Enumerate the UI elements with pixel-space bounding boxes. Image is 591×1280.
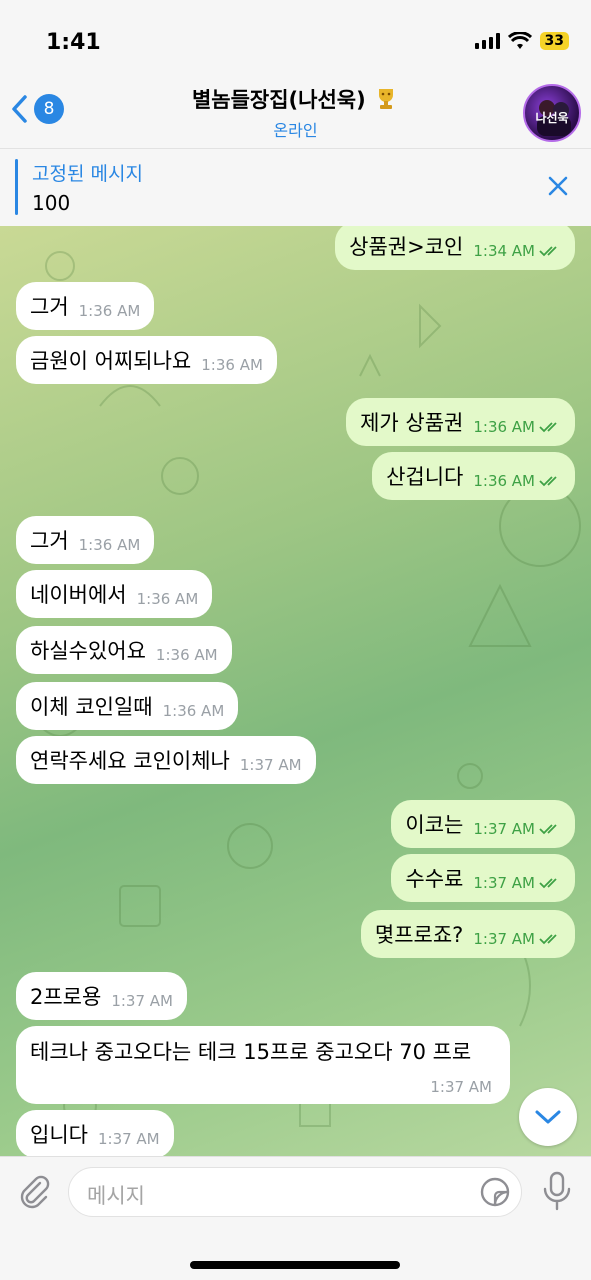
message-time: 1:36 AM — [78, 536, 141, 554]
message-time: 1:37 AM — [473, 930, 535, 948]
message-bubble-incoming[interactable]: 하실수있어요 1:36 AM — [16, 626, 232, 674]
message-bubble-incoming[interactable]: 연락주세요 코인이체나 1:37 AM — [16, 736, 316, 784]
read-checkmarks-icon — [539, 422, 557, 433]
message-text: 테크나 중고오다는 테크 15프로 중고오다 70 프로 — [30, 1040, 472, 1064]
pinned-text: 100 — [32, 191, 71, 215]
chat-status: 온라인 — [273, 121, 318, 140]
message-text: 2프로용 — [30, 985, 102, 1009]
message-time: 1:37 AM — [430, 1078, 492, 1096]
paperclip-icon[interactable] — [16, 1173, 52, 1209]
message-bubble-incoming[interactable]: 입니다 1:37 AM — [16, 1110, 174, 1156]
pinned-title: 고정된 메시지 — [32, 163, 143, 185]
message-text: 제가 상품권 — [360, 411, 464, 435]
read-checkmarks-icon — [539, 824, 557, 835]
message-bubble-incoming[interactable]: 2프로용 1:37 AM — [16, 972, 187, 1020]
message-time: 1:37 AM — [473, 874, 535, 892]
message-time: 1:36 AM — [162, 702, 225, 720]
status-bar: 1:41 33 — [0, 0, 591, 86]
message-bubble-outgoing[interactable]: 산겁니다 1:36 AM — [372, 452, 575, 500]
message-bubble-incoming[interactable]: 테크나 중고오다는 테크 15프로 중고오다 70 프로 1:37 AM — [16, 1026, 510, 1104]
message-time: 1:36 AM — [78, 302, 141, 320]
chat-area[interactable]: 상품권>코인 1:34 AM 그거 1:36 AM 금원이 어찌되나요 1:36… — [0, 226, 591, 1156]
message-text: 몇프로죠? — [374, 923, 464, 947]
wifi-icon — [507, 32, 532, 49]
message-bubble-outgoing[interactable]: 이코는 1:37 AM — [391, 800, 575, 848]
message-time: 1:36 AM — [136, 590, 199, 608]
message-time: 1:37 AM — [239, 756, 302, 774]
message-text: 상품권>코인 — [349, 235, 464, 259]
message-bubble-incoming[interactable]: 금원이 어찌되나요 1:36 AM — [16, 336, 277, 384]
message-text: 금원이 어찌되나요 — [30, 349, 192, 373]
read-checkmarks-icon — [539, 246, 557, 257]
message-text: 산겁니다 — [386, 465, 464, 489]
message-bubble-outgoing[interactable]: 제가 상품권 1:36 AM — [346, 398, 575, 446]
message-text: 이코는 — [405, 813, 464, 837]
message-text: 그거 — [30, 295, 69, 319]
message-time: 1:37 AM — [473, 820, 535, 838]
chat-title: 별놈들장집(나선욱) — [191, 88, 366, 112]
message-time: 1:36 AM — [473, 418, 535, 436]
message-text: 그거 — [30, 529, 69, 553]
read-checkmarks-icon — [539, 934, 557, 945]
message-bubble-incoming[interactable]: 이체 코인일때 1:36 AM — [16, 682, 239, 730]
message-text: 입니다 — [30, 1123, 88, 1147]
message-input[interactable]: 메시지 — [68, 1167, 522, 1217]
message-text: 수수료 — [405, 867, 464, 891]
status-icons: 33 — [474, 32, 569, 50]
message-text: 연락주세요 코인이체나 — [30, 749, 230, 773]
message-time: 1:36 AM — [473, 472, 535, 490]
battery-badge: 33 — [539, 32, 569, 50]
message-time: 1:37 AM — [97, 1130, 160, 1148]
message-time: 1:34 AM — [473, 242, 535, 260]
read-checkmarks-icon — [539, 476, 557, 487]
composer-bar: 메시지 — [0, 1156, 591, 1280]
message-text: 하실수있어요 — [30, 639, 146, 663]
message-time: 1:36 AM — [155, 646, 218, 664]
message-bubble-incoming[interactable]: 그거 1:36 AM — [16, 516, 155, 564]
sticker-icon[interactable] — [479, 1176, 511, 1208]
avatar[interactable]: 나선욱 — [523, 84, 581, 142]
chat-title-block[interactable]: 별놈들장집(나선욱) 온라인 — [0, 84, 591, 141]
message-time: 1:37 AM — [111, 992, 173, 1010]
avatar-label: 나선욱 — [535, 111, 569, 125]
pinned-message[interactable]: 고정된 메시지 100 — [0, 148, 591, 226]
home-indicator — [190, 1261, 400, 1269]
signal-icon — [474, 33, 500, 49]
microphone-icon[interactable] — [541, 1171, 573, 1211]
status-time: 1:41 — [46, 30, 101, 55]
trophy-emoji-icon — [379, 89, 394, 109]
message-text: 이체 코인일때 — [30, 695, 153, 719]
message-bubble-outgoing[interactable]: 수수료 1:37 AM — [391, 854, 575, 902]
message-placeholder: 메시지 — [87, 1184, 145, 1208]
message-bubble-incoming[interactable]: 그거 1:36 AM — [16, 282, 155, 330]
close-icon[interactable] — [547, 175, 569, 197]
chat-header: 8 별놈들장집(나선욱) 온라인 나선욱 — [0, 78, 591, 148]
scroll-to-bottom-button[interactable] — [519, 1088, 577, 1146]
message-bubble-outgoing[interactable]: 몇프로죠? 1:37 AM — [360, 910, 575, 958]
message-bubble-outgoing[interactable]: 상품권>코인 1:34 AM — [335, 226, 575, 270]
message-text: 네이버에서 — [30, 583, 127, 607]
pinned-indicator — [15, 159, 18, 215]
message-time: 1:36 AM — [201, 356, 263, 374]
message-bubble-incoming[interactable]: 네이버에서 1:36 AM — [16, 570, 213, 618]
chevron-down-icon — [535, 1110, 561, 1124]
read-checkmarks-icon — [539, 878, 557, 889]
